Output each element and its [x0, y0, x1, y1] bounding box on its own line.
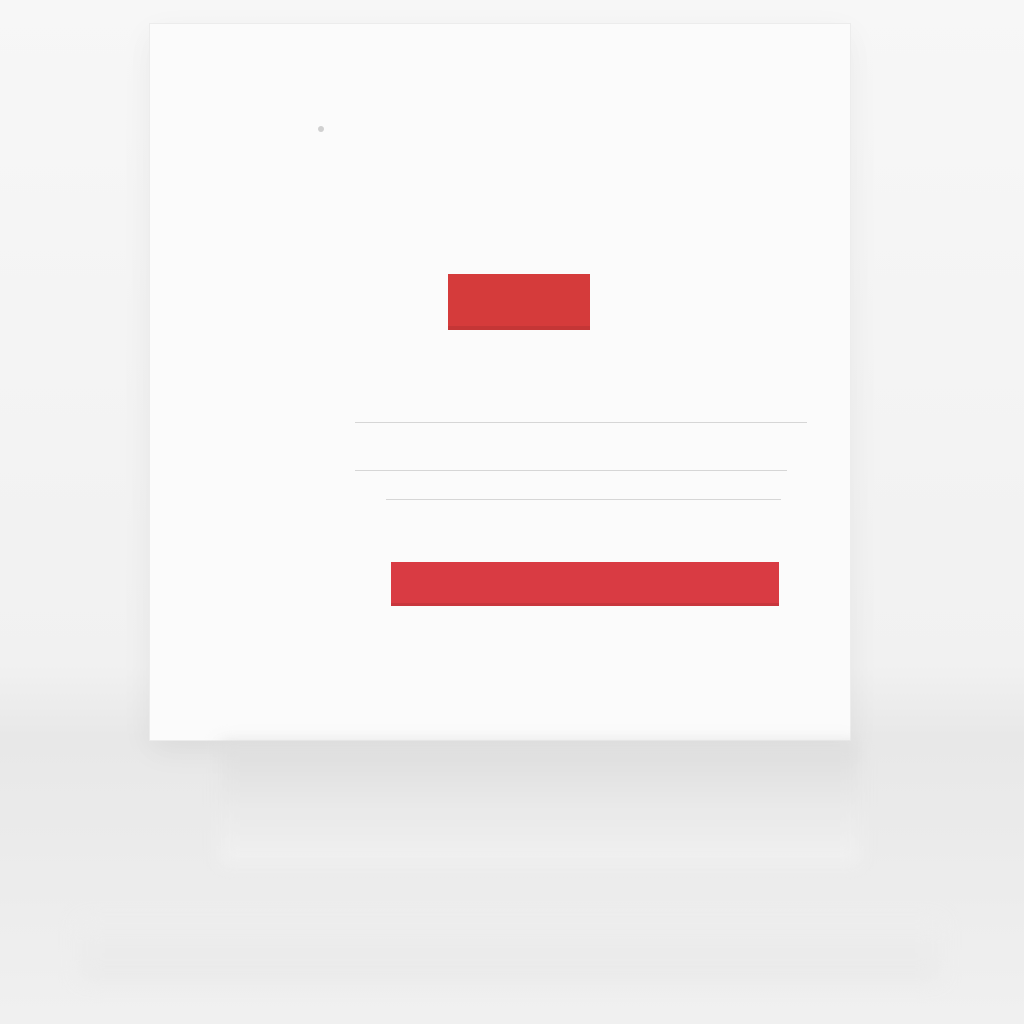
primary-cta-button[interactable]: [448, 274, 590, 330]
consent-divider: [386, 499, 781, 500]
lower-background-shadow: [80, 920, 940, 980]
submit-button[interactable]: [391, 562, 779, 606]
main-card: [150, 24, 850, 740]
background-shadow: [220, 742, 860, 864]
email-field[interactable]: [350, 422, 802, 470]
page-background: [0, 0, 1024, 1024]
form-divider-bottom: [355, 470, 787, 471]
decorative-dot: [318, 126, 324, 132]
